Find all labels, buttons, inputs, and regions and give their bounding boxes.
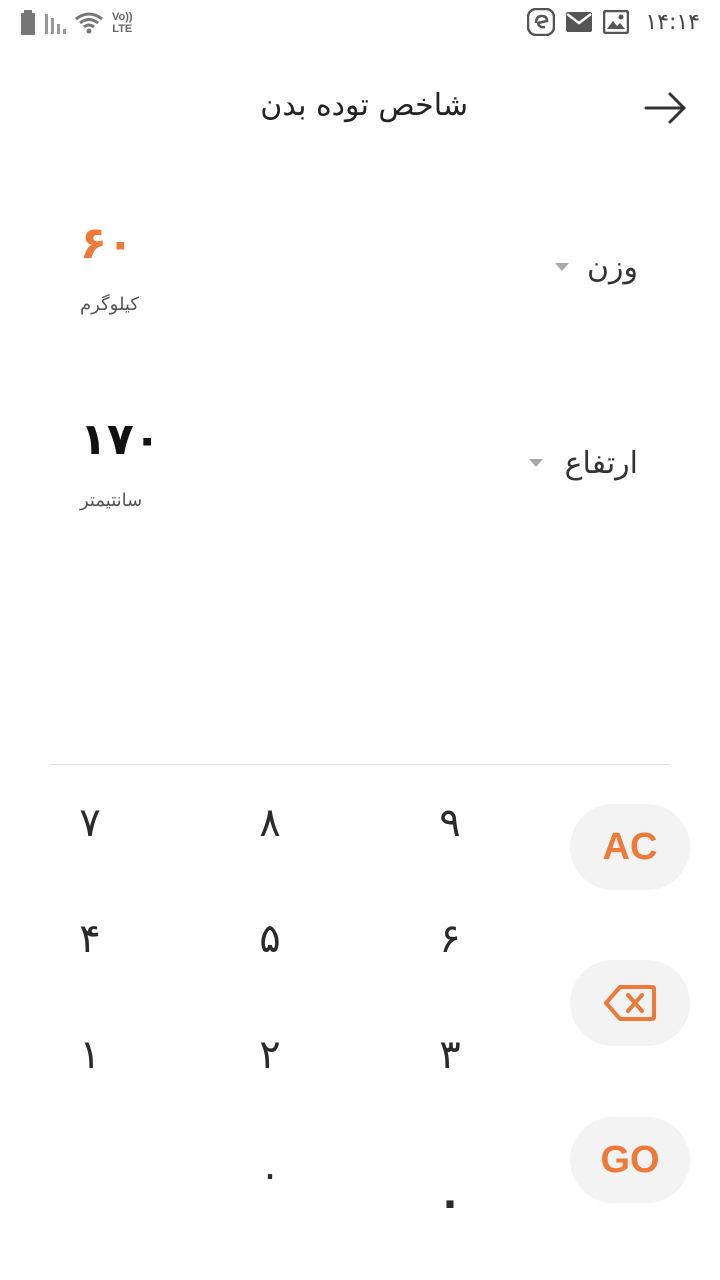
height-value[interactable]: ۱۷۰ bbox=[80, 414, 161, 465]
key-1[interactable]: ۱ bbox=[30, 1010, 150, 1100]
key-decimal[interactable]: . bbox=[390, 1150, 510, 1240]
signal-icon bbox=[45, 14, 66, 34]
battery-icon bbox=[21, 10, 35, 35]
height-field[interactable]: ۱۷۰ سانتیمتر ارتفاع bbox=[0, 408, 720, 548]
key-3[interactable]: ۳ bbox=[390, 1010, 510, 1100]
height-unit: سانتیمتر bbox=[80, 490, 143, 511]
backspace-icon bbox=[604, 985, 656, 1021]
key-5[interactable]: ۵ bbox=[210, 894, 330, 984]
key-7[interactable]: ۷ bbox=[30, 778, 150, 868]
status-left-icons: Vo)) LTE bbox=[20, 10, 133, 36]
status-time: ۱۴:۱۴ bbox=[645, 9, 700, 35]
key-2[interactable]: ۲ bbox=[210, 1010, 330, 1100]
mail-icon bbox=[566, 12, 593, 32]
backspace-button[interactable] bbox=[570, 960, 690, 1046]
triangle-down-icon[interactable] bbox=[554, 262, 570, 272]
key-9[interactable]: ۹ bbox=[390, 778, 510, 868]
weight-value[interactable]: ۶۰ bbox=[80, 218, 134, 269]
wifi-icon bbox=[75, 12, 103, 34]
key-4[interactable]: ۴ bbox=[30, 894, 150, 984]
bmi-calculator-screen: Vo)) LTE ۱۴:۱۴ شاخص توده بدن ۶۰ کیلوگرم … bbox=[0, 0, 720, 1280]
triangle-down-icon[interactable] bbox=[528, 458, 544, 468]
keypad-divider bbox=[50, 764, 670, 765]
key-6[interactable]: ۶ bbox=[390, 894, 510, 984]
volte-label: Vo)) bbox=[112, 11, 133, 23]
height-label[interactable]: ارتفاع bbox=[565, 446, 638, 481]
status-bar: Vo)) LTE ۱۴:۱۴ bbox=[0, 0, 720, 48]
weight-label[interactable]: وزن bbox=[587, 250, 638, 285]
key-8[interactable]: ۸ bbox=[210, 778, 330, 868]
volte-badge: Vo)) LTE bbox=[112, 11, 133, 35]
go-button[interactable]: GO bbox=[570, 1117, 690, 1203]
app-header: شاخص توده بدن bbox=[0, 70, 720, 146]
lte-label: LTE bbox=[112, 23, 133, 35]
arrow-right-icon[interactable] bbox=[642, 88, 690, 128]
key-0[interactable]: ۰ bbox=[210, 1130, 330, 1220]
weight-unit: کیلوگرم bbox=[80, 294, 139, 315]
app-notification-icon bbox=[527, 8, 556, 36]
page-title: شاخص توده بدن bbox=[260, 88, 468, 123]
clear-button[interactable]: AC bbox=[570, 804, 690, 890]
weight-field[interactable]: ۶۰ کیلوگرم وزن bbox=[0, 212, 720, 352]
status-right-icons: ۱۴:۱۴ bbox=[527, 8, 700, 36]
image-notification-icon bbox=[603, 10, 630, 34]
